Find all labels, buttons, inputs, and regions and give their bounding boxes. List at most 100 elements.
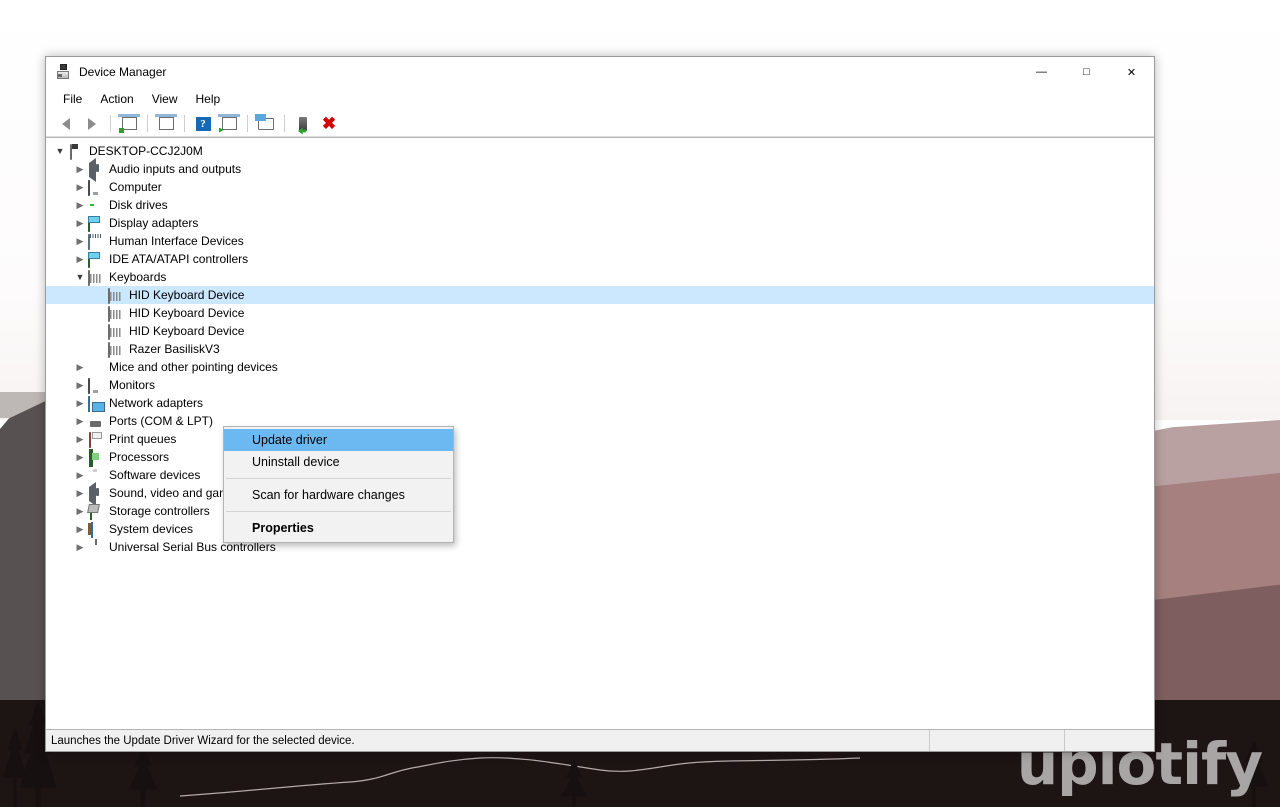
update-driver-button[interactable] [254,113,278,135]
scan-changes-button[interactable] [217,113,241,135]
context-menu-item-update-driver[interactable]: Update driver [224,429,453,451]
close-button[interactable]: ✕ [1109,58,1154,87]
tree-row[interactable]: ▶ Network adapters [46,394,1154,412]
system-device-icon [88,521,104,538]
maximize-button[interactable]: □ [1064,58,1109,87]
chevron-right-icon[interactable]: ▶ [72,358,88,376]
show-hidden-button[interactable] [154,113,178,135]
tree-row[interactable]: ▶ Mice and other pointing devices [46,358,1154,376]
keyboard-icon [108,341,124,358]
scan-window-icon [218,113,240,133]
network-icon [88,395,104,412]
tree-row-label: Monitors [109,378,156,392]
keyboard-icon [88,269,104,286]
chevron-right-icon[interactable]: ▶ [72,412,88,430]
window-titlebar[interactable]: Device Manager — □ ✕ [46,57,1154,87]
context-menu-item-uninstall-device[interactable]: Uninstall device [224,451,453,473]
tree-row[interactable]: HID Keyboard Device [46,304,1154,322]
chevron-right-icon[interactable]: ▶ [72,196,88,214]
tree-row[interactable]: ▶ Storage controllers [46,502,1154,520]
keyboard-icon [108,305,124,322]
chevron-right-icon[interactable]: ▶ [72,394,88,412]
statusbar: Launches the Update Driver Wizard for th… [46,729,1154,751]
tree-row-label: System devices [109,522,194,536]
chevron-right-icon[interactable]: ▶ [72,448,88,466]
chevron-right-icon[interactable]: ▶ [72,160,88,178]
enable-device-button[interactable] [291,113,315,135]
hid-icon [88,233,104,250]
tree-row[interactable]: ▶ Processors [46,448,1154,467]
tree-row[interactable]: HID Keyboard Device [46,286,1154,304]
tree-row[interactable]: ▶ Ports (COM & LPT) [46,412,1154,430]
tree-row[interactable]: ▶ Display adapters [46,214,1154,232]
software-device-icon [88,467,104,483]
mouse-icon [88,359,104,375]
chevron-right-icon[interactable]: ▶ [72,214,88,232]
chevron-down-icon[interactable]: ▼ [72,268,88,286]
tree-row[interactable]: ▶ Print queues [46,430,1154,448]
status-panel-2 [930,730,1065,751]
properties-button[interactable] [117,113,141,135]
disk-icon [88,197,104,213]
question-mark-icon: ? [195,116,211,131]
tree-row-label: Display adapters [109,216,199,230]
menu-view[interactable]: View [143,89,187,109]
tree-row-root[interactable]: ▼ DESKTOP-CCJ2J0M [46,142,1154,160]
tree-row[interactable]: ▶ Software devices [46,466,1154,484]
menu-help[interactable]: Help [187,89,230,109]
tree-row-label: Disk drives [109,198,168,212]
tree-row[interactable]: ▶ Audio inputs and outputs [46,158,1154,182]
menubar: File Action View Help [46,87,1154,111]
device-manager-icon [55,64,71,80]
chevron-right-icon[interactable]: ▶ [72,430,88,448]
desktop: uplotify Device Manager — □ ✕ File Actio… [0,0,1280,807]
uninstall-device-button[interactable]: ✖ [317,113,341,135]
tree-row[interactable]: ▶ Disk drives [46,196,1154,214]
tree-row[interactable]: ▶ Monitors [46,376,1154,394]
toolbar-separator-3 [184,115,185,132]
tree-row-label: HID Keyboard Device [129,306,245,320]
chevron-right-icon[interactable]: ▶ [72,520,88,538]
tree-row[interactable]: ▼ Keyboards [46,268,1154,286]
toolbar-separator-5 [284,115,285,132]
tree-row-label: Ports (COM & LPT) [109,414,214,428]
tree-row[interactable]: HID Keyboard Device [46,322,1154,340]
context-menu-item-scan-for-hardware-changes[interactable]: Scan for hardware changes [224,484,453,506]
display-adapter-icon [88,215,104,232]
chevron-right-icon[interactable]: ▶ [72,232,88,250]
menu-action[interactable]: Action [91,89,142,109]
chevron-right-icon[interactable]: ▶ [72,250,88,268]
tree-row-label: HID Keyboard Device [129,288,245,302]
chevron-right-icon[interactable]: ▶ [72,178,88,196]
tree-row[interactable]: Razer BasiliskV3 [46,340,1154,358]
tree-row-label: Software devices [109,468,201,482]
tree-row[interactable]: ▶ Sound, video and game controllers [46,482,1154,506]
minimize-button[interactable]: — [1019,58,1064,87]
keyboard-icon [108,323,124,340]
chevron-right-icon[interactable]: ▶ [72,484,88,502]
device-tree[interactable]: ▼ DESKTOP-CCJ2J0M ▶ Audio inputs and outp… [46,137,1154,729]
chevron-right-icon[interactable]: ▶ [72,376,88,394]
forward-button[interactable] [80,113,104,135]
speaker-icon [88,158,104,182]
red-x-icon: ✖ [321,114,337,133]
help-button[interactable]: ? [191,113,215,135]
tree-row[interactable]: ▶ IDE ATA/ATAPI controllers [46,250,1154,268]
context-menu-item-properties[interactable]: Properties [224,517,453,539]
chevron-right-icon[interactable]: ▶ [72,466,88,484]
arrow-right-icon [88,117,96,130]
tree-row[interactable]: ▶ System devices [46,520,1154,538]
back-button[interactable] [54,113,78,135]
chevron-right-icon[interactable]: ▶ [72,502,88,520]
chevron-right-icon[interactable]: ▶ [72,538,88,556]
tree-row-label: Razer BasiliskV3 [129,342,220,356]
tree-row[interactable]: ▶ Universal Serial Bus controllers [46,538,1154,556]
chevron-down-icon[interactable]: ▼ [52,142,68,160]
tree-row[interactable]: ▶ Computer [46,178,1154,196]
menu-file[interactable]: File [54,89,91,109]
printer-icon [88,431,104,448]
device-enable-icon [298,116,307,135]
context-menu[interactable]: Update driver Uninstall device Scan for … [223,426,454,543]
tree-row-label: HID Keyboard Device [129,324,245,338]
tree-row[interactable]: ▶ Human Interface Devices [46,232,1154,250]
